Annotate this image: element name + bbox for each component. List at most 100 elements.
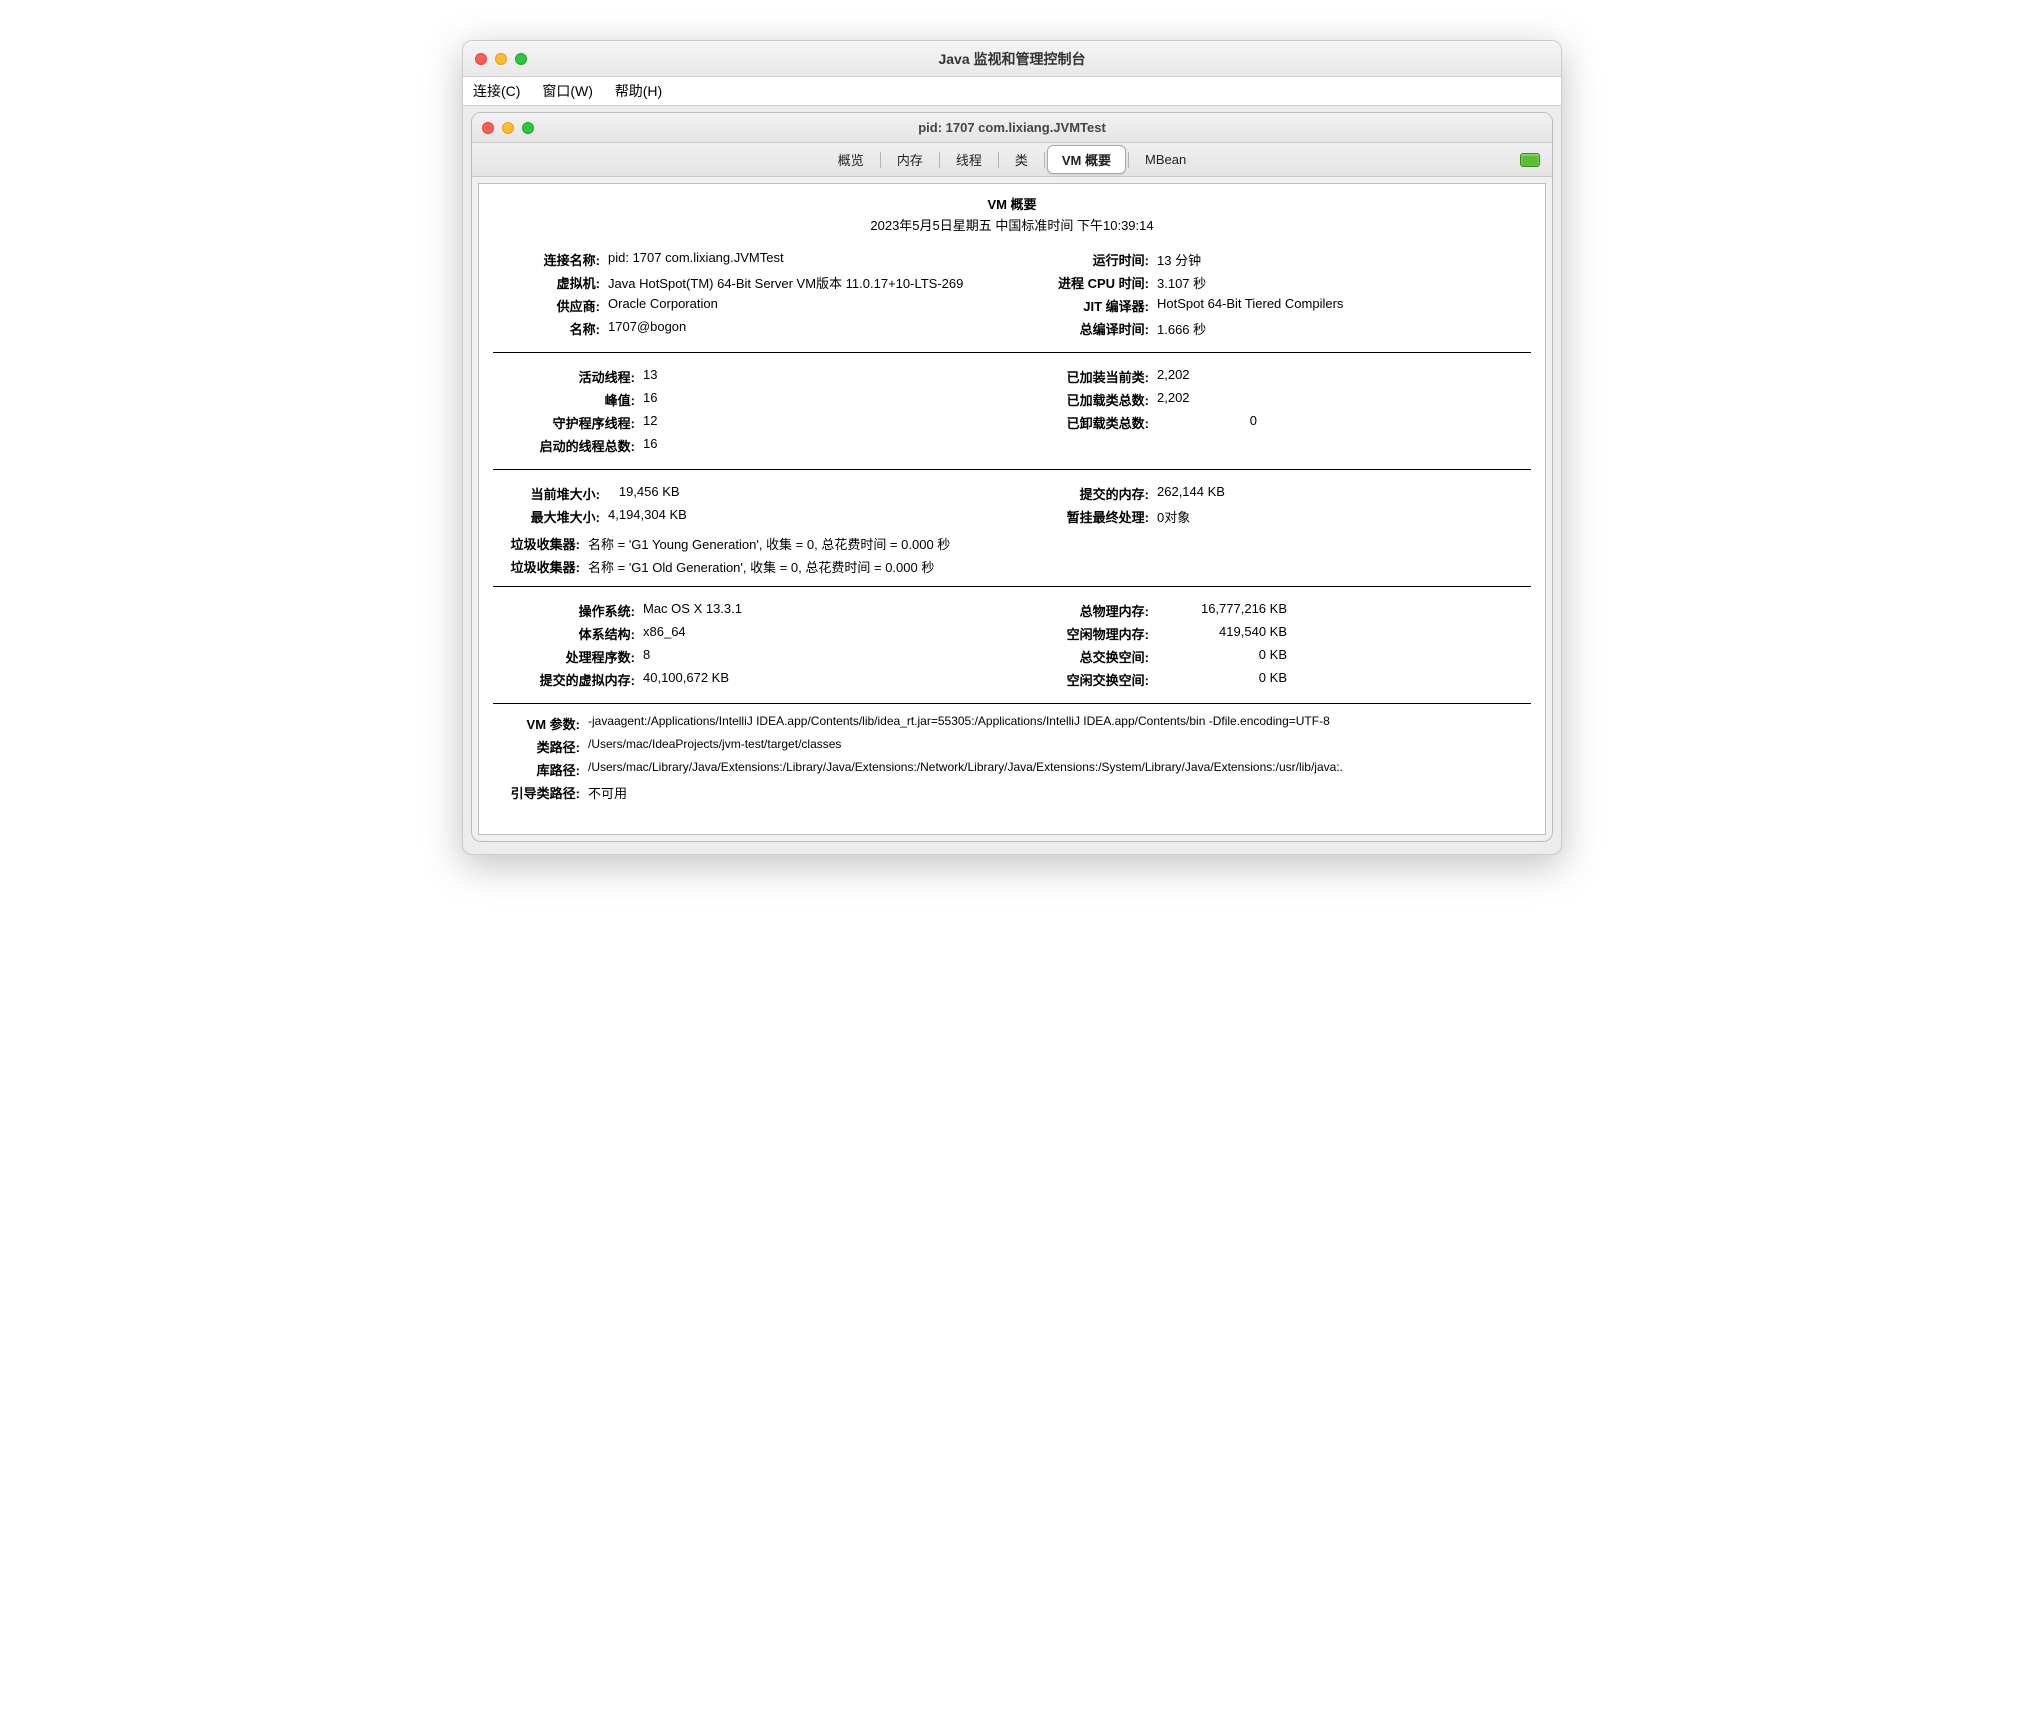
value-vm: Java HotSpot(TM) 64-Bit Server VM版本 11.0… xyxy=(608,273,1012,292)
value-procs: 8 xyxy=(643,647,1012,666)
connection-status-icon xyxy=(1520,153,1540,167)
inner-titlebar[interactable]: pid: 1707 com.lixiang.JVMTest xyxy=(472,113,1552,143)
value-unloaded: 0 xyxy=(1157,413,1257,432)
tab-threads[interactable]: 线程 xyxy=(942,146,996,173)
value-classpath: /Users/mac/IdeaProjects/jvm-test/target/… xyxy=(588,737,1531,756)
inner-traffic-lights xyxy=(482,122,534,134)
tab-separator xyxy=(998,152,999,168)
label-os: 操作系统: xyxy=(493,601,643,620)
value-loaded-cur: 2,202 xyxy=(1157,367,1531,386)
inner-maximize-icon[interactable] xyxy=(522,122,534,134)
value-vmem: 40,100,672 KB xyxy=(643,670,1012,689)
label-peak: 峰值: xyxy=(493,390,643,409)
separator xyxy=(493,469,1531,470)
label-loaded-tot: 已加载类总数: xyxy=(1012,390,1157,409)
menu-connect[interactable]: 连接(C) xyxy=(473,83,520,99)
value-phy-tot: 16,777,216 KB xyxy=(1157,601,1287,620)
value-swap-free: 0 KB xyxy=(1157,670,1287,689)
separator xyxy=(493,352,1531,353)
label-bootcp: 引导类路径: xyxy=(493,783,588,802)
label-name: 名称: xyxy=(493,319,608,338)
tab-mbean[interactable]: MBean xyxy=(1131,148,1200,171)
value-gc1: 名称 = 'G1 Young Generation', 收集 = 0, 总花费时… xyxy=(588,534,1531,553)
value-heap-max: 4,194,304 KB xyxy=(608,507,1012,526)
label-conn-name: 连接名称: xyxy=(493,250,608,269)
tab-classes[interactable]: 类 xyxy=(1001,146,1042,173)
label-vendor: 供应商: xyxy=(493,296,608,315)
label-swap-free: 空闲交换空间: xyxy=(1012,670,1157,689)
value-pending: 0对象 xyxy=(1157,507,1531,526)
value-os: Mac OS X 13.3.1 xyxy=(643,601,1012,620)
label-total-started: 启动的线程总数: xyxy=(493,436,643,455)
value-name: 1707@bogon xyxy=(608,319,1012,338)
value-libpath: /Users/mac/Library/Java/Extensions:/Libr… xyxy=(588,760,1531,779)
value-gc2: 名称 = 'G1 Old Generation', 收集 = 0, 总花费时间 … xyxy=(588,557,1531,576)
label-live-threads: 活动线程: xyxy=(493,367,643,386)
vm-summary-heading: VM 概要 xyxy=(493,194,1531,213)
label-swap-tot: 总交换空间: xyxy=(1012,647,1157,666)
value-arch: x86_64 xyxy=(643,624,1012,643)
tab-separator xyxy=(1044,152,1045,168)
value-jit: HotSpot 64-Bit Tiered Compilers xyxy=(1157,296,1531,315)
tab-separator xyxy=(1128,152,1129,168)
value-heap-cur: 19,456 KB xyxy=(608,484,1012,503)
label-unloaded: 已卸载类总数: xyxy=(1012,413,1157,432)
value-committed: 262,144 KB xyxy=(1157,484,1531,503)
value-bootcp: 不可用 xyxy=(588,783,1531,802)
close-icon[interactable] xyxy=(475,53,487,65)
inner-window-title: pid: 1707 com.lixiang.JVMTest xyxy=(918,120,1106,135)
inner-close-icon[interactable] xyxy=(482,122,494,134)
maximize-icon[interactable] xyxy=(515,53,527,65)
value-cpu-time: 3.107 秒 xyxy=(1157,273,1531,292)
label-loaded-cur: 已加装当前类: xyxy=(1012,367,1157,386)
label-heap-max: 最大堆大小: xyxy=(493,507,608,526)
value-compile-time: 1.666 秒 xyxy=(1157,319,1531,338)
outer-titlebar[interactable]: Java 监视和管理控制台 xyxy=(463,41,1561,77)
label-gc: 垃圾收集器: xyxy=(493,534,588,553)
label-vm: 虚拟机: xyxy=(493,273,608,292)
minimize-icon[interactable] xyxy=(495,53,507,65)
menu-help[interactable]: 帮助(H) xyxy=(615,83,662,99)
label-pending: 暂挂最终处理: xyxy=(1012,507,1157,526)
label-procs: 处理程序数: xyxy=(493,647,643,666)
label-phy-free: 空闲物理内存: xyxy=(1012,624,1157,643)
value-vm-args: -javaagent:/Applications/IntelliJ IDEA.a… xyxy=(588,714,1531,733)
tab-separator xyxy=(880,152,881,168)
label-classpath: 类路径: xyxy=(493,737,588,756)
window-title: Java 监视和管理控制台 xyxy=(938,49,1085,69)
tab-overview[interactable]: 概览 xyxy=(824,146,878,173)
label-uptime: 运行时间: xyxy=(1012,250,1157,269)
tab-memory[interactable]: 内存 xyxy=(883,146,937,173)
separator xyxy=(493,703,1531,704)
value-vendor: Oracle Corporation xyxy=(608,296,1012,315)
value-peak: 16 xyxy=(643,390,1012,409)
label-compile-time: 总编译时间: xyxy=(1012,319,1157,338)
label-cpu-time: 进程 CPU 时间: xyxy=(1012,273,1157,292)
menubar: 连接(C) 窗口(W) 帮助(H) xyxy=(463,77,1561,106)
value-uptime: 13 分钟 xyxy=(1157,250,1531,269)
menu-window[interactable]: 窗口(W) xyxy=(542,83,593,99)
traffic-lights xyxy=(475,53,527,65)
inner-window: pid: 1707 com.lixiang.JVMTest 概览 内存 线程 类… xyxy=(471,112,1553,842)
vm-summary-date: 2023年5月5日星期五 中国标准时间 下午10:39:14 xyxy=(493,215,1531,234)
value-loaded-tot: 2,202 xyxy=(1157,390,1531,409)
main-window: Java 监视和管理控制台 连接(C) 窗口(W) 帮助(H) pid: 170… xyxy=(462,40,1562,855)
label-jit: JIT 编译器: xyxy=(1012,296,1157,315)
label-libpath: 库路径: xyxy=(493,760,588,779)
vm-summary-content: VM 概要 2023年5月5日星期五 中国标准时间 下午10:39:14 连接名… xyxy=(478,183,1546,835)
value-swap-tot: 0 KB xyxy=(1157,647,1287,666)
inner-minimize-icon[interactable] xyxy=(502,122,514,134)
label-vmem: 提交的虚拟内存: xyxy=(493,670,643,689)
value-conn-name: pid: 1707 com.lixiang.JVMTest xyxy=(608,250,1012,269)
label-heap-cur: 当前堆大小: xyxy=(493,484,608,503)
label-committed: 提交的内存: xyxy=(1012,484,1157,503)
label-arch: 体系结构: xyxy=(493,624,643,643)
value-live-threads: 13 xyxy=(643,367,1012,386)
label-daemon: 守护程序线程: xyxy=(493,413,643,432)
value-phy-free: 419,540 KB xyxy=(1157,624,1287,643)
label-vm-args: VM 参数: xyxy=(493,714,588,733)
label-gc: 垃圾收集器: xyxy=(493,557,588,576)
tab-vm-summary[interactable]: VM 概要 xyxy=(1047,145,1126,174)
separator xyxy=(493,586,1531,587)
value-daemon: 12 xyxy=(643,413,1012,432)
